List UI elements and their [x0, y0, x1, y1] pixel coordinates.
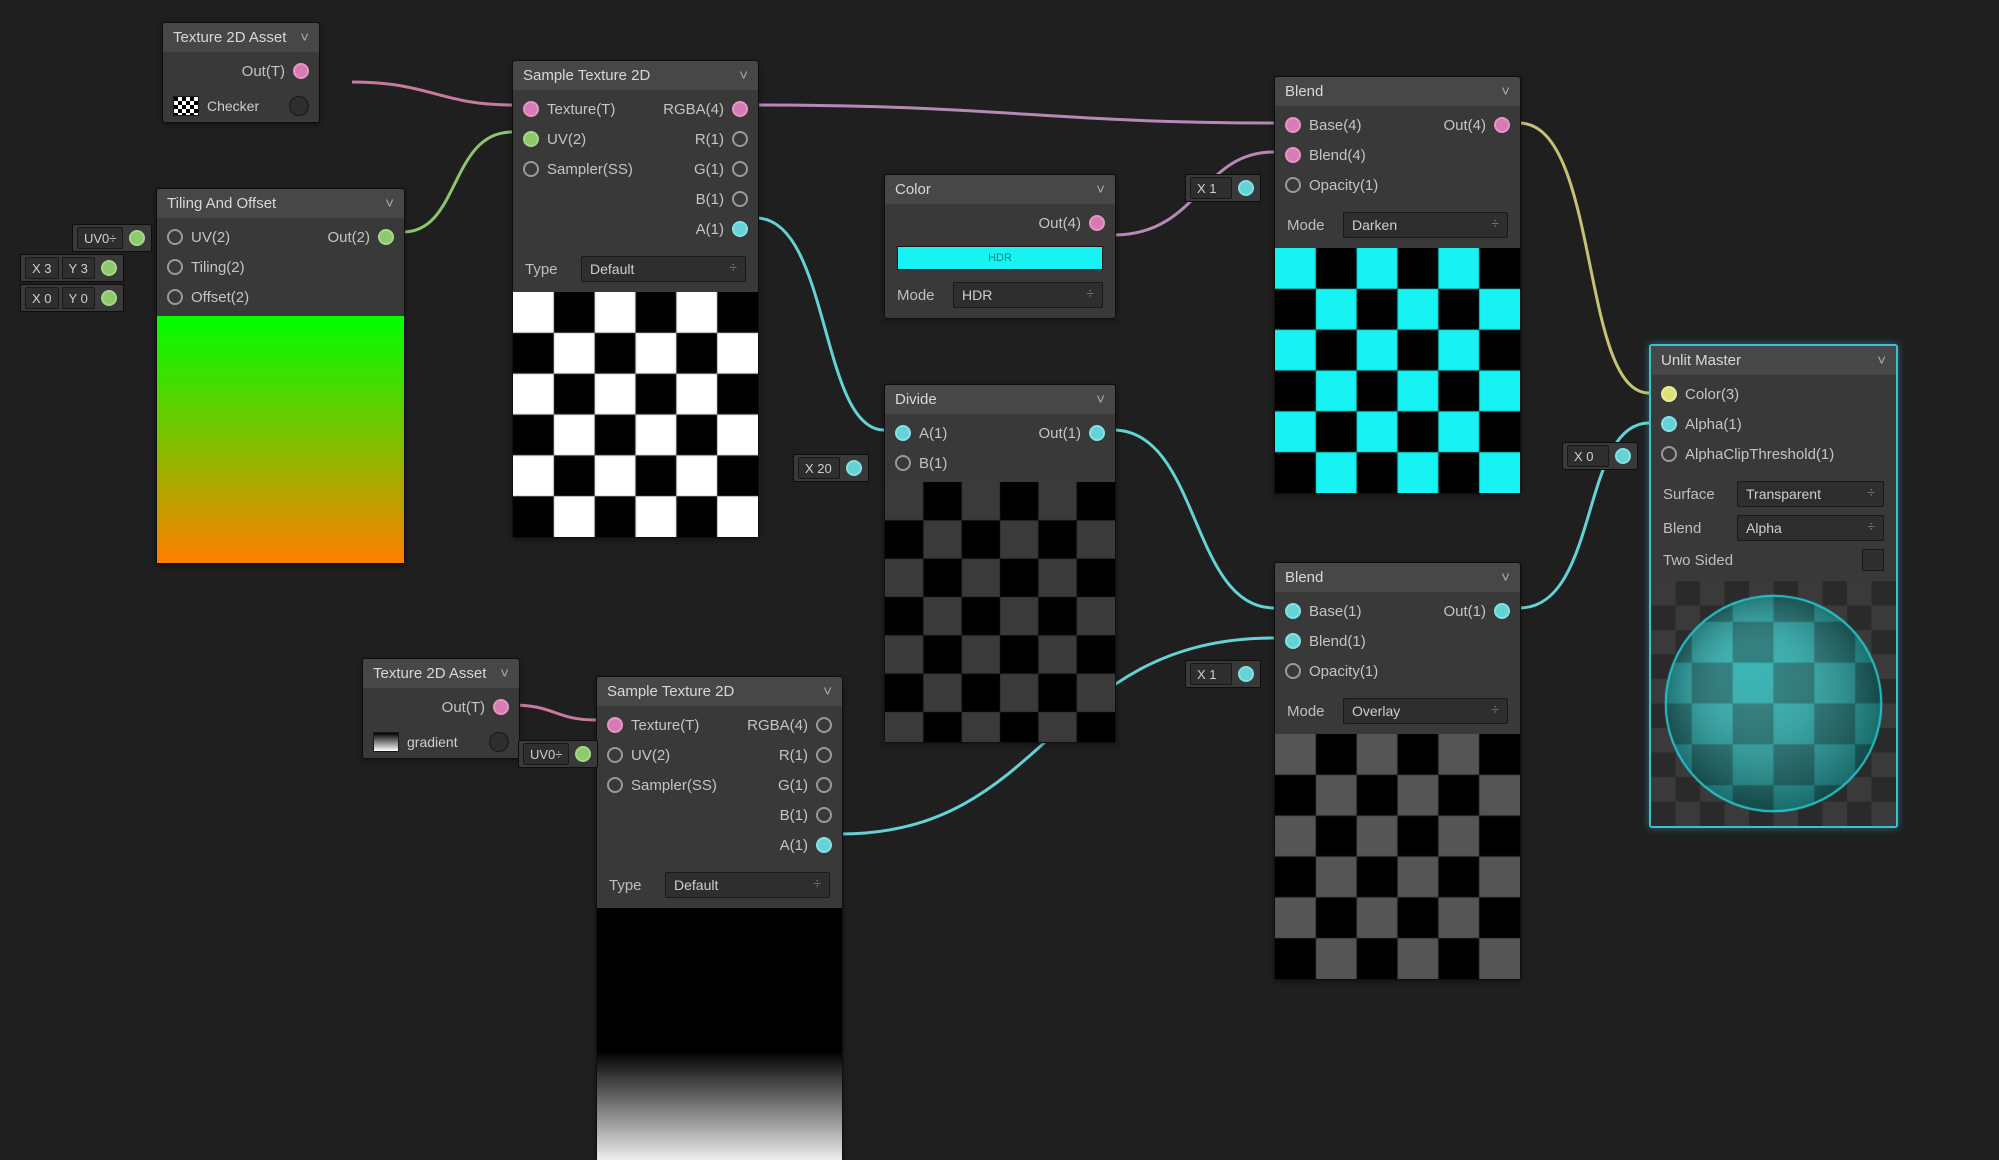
texture-picker[interactable]: gradient: [363, 726, 519, 758]
node-sample-texture2d-1[interactable]: Sample Texture 2D ˅ Texture(T)RGBA(4) UV…: [512, 60, 759, 538]
preview-checker-bw: [513, 292, 758, 537]
port-in-base[interactable]: [1285, 117, 1301, 133]
color-mode-dropdown[interactable]: HDR: [953, 282, 1103, 308]
node-color[interactable]: Color ˅ Out(4) HDR ModeHDR: [884, 174, 1116, 319]
chevron-down-icon[interactable]: ˅: [385, 195, 394, 212]
chevron-down-icon[interactable]: ˅: [1501, 83, 1510, 100]
port-in-alpha[interactable]: [1661, 416, 1677, 432]
node-tiling-and-offset[interactable]: Tiling And Offset ˅ UV(2) Out(2) Tiling(…: [156, 188, 405, 564]
port-in-blend[interactable]: [1285, 633, 1301, 649]
node-header[interactable]: Sample Texture 2D ˅: [513, 61, 758, 90]
chevron-down-icon[interactable]: ˅: [739, 67, 748, 84]
port-in-alphaclip[interactable]: [1661, 446, 1677, 462]
port-in-sampler[interactable]: [523, 161, 539, 177]
surface-dropdown[interactable]: Transparent: [1737, 481, 1884, 507]
chevron-down-icon[interactable]: ˅: [500, 665, 509, 682]
port-in-b[interactable]: [895, 455, 911, 471]
port-in-tiling[interactable]: [167, 259, 183, 275]
master-blend-dropdown[interactable]: Alpha: [1737, 515, 1884, 541]
port-out[interactable]: [1494, 117, 1510, 133]
port-in-texture[interactable]: [607, 717, 623, 733]
port-out-g[interactable]: [816, 777, 832, 793]
object-picker-icon[interactable]: [489, 732, 509, 752]
port-out-rgba[interactable]: [732, 101, 748, 117]
type-dropdown[interactable]: Default: [581, 256, 746, 282]
inline-default-divide-b[interactable]: X 20: [793, 454, 869, 482]
port-in-opacity[interactable]: [1285, 177, 1301, 193]
port-out[interactable]: [1089, 425, 1105, 441]
node-header[interactable]: Texture 2D Asset ˅: [163, 23, 319, 52]
inline-default-opacity-1[interactable]: X 1: [1185, 174, 1261, 202]
node-header[interactable]: Unlit Master ˅: [1651, 346, 1896, 375]
node-sample-texture2d-2[interactable]: Sample Texture 2D ˅ Texture(T)RGBA(4) UV…: [596, 676, 843, 1160]
node-blend-darken[interactable]: Blend ˅ Base(4)Out(4) Blend(4) Opacity(1…: [1274, 76, 1521, 494]
port-out-color[interactable]: [1089, 215, 1105, 231]
inline-default-uv-sample2[interactable]: UV0÷: [518, 740, 598, 768]
preview-divide: [885, 482, 1115, 742]
node-texture2d-asset-1[interactable]: Texture 2D Asset ˅ Out(T) Checker: [162, 22, 320, 123]
port-out[interactable]: [378, 229, 394, 245]
type-dropdown[interactable]: Default: [665, 872, 830, 898]
port-in-uv[interactable]: [167, 229, 183, 245]
port-in-texture[interactable]: [523, 101, 539, 117]
port-out-a[interactable]: [732, 221, 748, 237]
port-out-texture[interactable]: [493, 699, 509, 715]
color-swatch[interactable]: HDR: [897, 246, 1103, 270]
port-out-r[interactable]: [816, 747, 832, 763]
inline-default-opacity-2[interactable]: X 1: [1185, 660, 1261, 688]
gradient-swatch-icon: [373, 732, 399, 752]
blend-mode-dropdown[interactable]: Darken: [1343, 212, 1508, 238]
port-out-r[interactable]: [732, 131, 748, 147]
port-in-uv[interactable]: [523, 131, 539, 147]
port-in-opacity[interactable]: [1285, 663, 1301, 679]
node-header[interactable]: Blend ˅: [1275, 77, 1520, 106]
node-unlit-master[interactable]: Unlit Master ˅ Color(3) Alpha(1) AlphaCl…: [1649, 344, 1898, 828]
chevron-down-icon[interactable]: ˅: [300, 29, 309, 46]
chevron-down-icon[interactable]: ˅: [1096, 181, 1105, 198]
port-out[interactable]: [1494, 603, 1510, 619]
object-picker-icon[interactable]: [289, 96, 309, 116]
port-in-offset[interactable]: [167, 289, 183, 305]
preview-material-sphere: [1651, 581, 1896, 826]
port-in-sampler[interactable]: [607, 777, 623, 793]
chevron-down-icon[interactable]: ˅: [1877, 352, 1886, 369]
preview-gradient: [597, 908, 842, 1160]
node-divide[interactable]: Divide ˅ A(1)Out(1) B(1): [884, 384, 1116, 743]
texture-picker[interactable]: Checker: [163, 90, 319, 122]
node-header[interactable]: Divide ˅: [885, 385, 1115, 414]
preview-blend-overlay: [1275, 734, 1520, 979]
port-in-blend[interactable]: [1285, 147, 1301, 163]
port-in-uv[interactable]: [607, 747, 623, 763]
node-header[interactable]: Tiling And Offset ˅: [157, 189, 404, 218]
preview-uv-gradient: [157, 316, 404, 563]
node-header[interactable]: Blend ˅: [1275, 563, 1520, 592]
port-out-rgba[interactable]: [816, 717, 832, 733]
inline-default-alphaclip[interactable]: X 0: [1562, 442, 1638, 470]
node-header[interactable]: Sample Texture 2D ˅: [597, 677, 842, 706]
blend-mode-dropdown[interactable]: Overlay: [1343, 698, 1508, 724]
inline-default-offset[interactable]: X 0Y 0: [20, 284, 124, 312]
chevron-down-icon[interactable]: ˅: [1501, 569, 1510, 586]
port-out-g[interactable]: [732, 161, 748, 177]
two-sided-checkbox[interactable]: [1862, 549, 1884, 571]
port-in-a[interactable]: [895, 425, 911, 441]
preview-blend-darken: [1275, 248, 1520, 493]
port-out-b[interactable]: [816, 807, 832, 823]
port-out-texture[interactable]: [293, 63, 309, 79]
port-out-a[interactable]: [816, 837, 832, 853]
node-header[interactable]: Color ˅: [885, 175, 1115, 204]
node-texture2d-asset-2[interactable]: Texture 2D Asset ˅ Out(T) gradient: [362, 658, 520, 759]
inline-default-uv[interactable]: UV0÷: [72, 224, 152, 252]
node-header[interactable]: Texture 2D Asset ˅: [363, 659, 519, 688]
chevron-down-icon[interactable]: ˅: [823, 683, 832, 700]
port-out-b[interactable]: [732, 191, 748, 207]
inline-default-tiling[interactable]: X 3Y 3: [20, 254, 124, 282]
port-in-color[interactable]: [1661, 386, 1677, 402]
port-in-base[interactable]: [1285, 603, 1301, 619]
node-blend-overlay[interactable]: Blend ˅ Base(1)Out(1) Blend(1) Opacity(1…: [1274, 562, 1521, 980]
checker-swatch-icon: [173, 96, 199, 116]
chevron-down-icon[interactable]: ˅: [1096, 391, 1105, 408]
